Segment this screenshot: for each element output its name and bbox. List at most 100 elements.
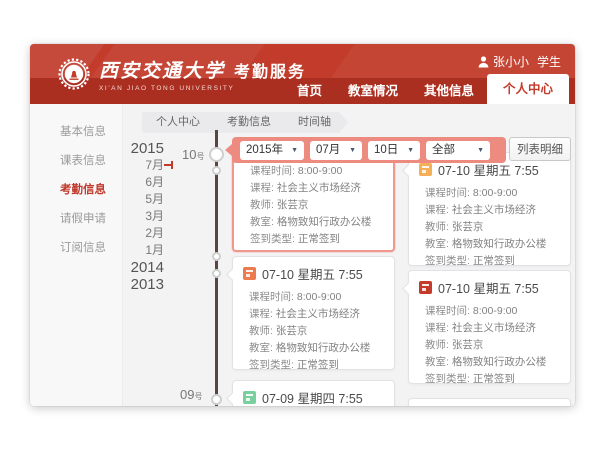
card-date: 07-10 星期五 7:55 — [262, 264, 363, 283]
field-value: 8:00-9:00 — [298, 165, 342, 177]
year-select-value: 2015年 — [246, 141, 283, 160]
field-label: 课程时间: — [249, 291, 294, 303]
field-label: 教师: — [425, 339, 449, 351]
breadcrumb-timeline[interactable]: 时间轴 — [278, 112, 348, 133]
day-marker-10: 10号 — [182, 147, 204, 162]
breadcrumb-attendance-info[interactable]: 考勤信息 — [207, 112, 288, 133]
field-label: 课程: — [250, 182, 274, 194]
type-select-value: 全部 — [432, 141, 455, 160]
timeline-node-current[interactable] — [209, 147, 224, 162]
user-name: 张小小 — [493, 53, 529, 70]
date-filter-bar: 2015年 ▼ 07月 ▼ 10日 ▼ 全部 ▼ — [232, 137, 506, 163]
timeline-scale: 2015 7月 6月 5月 3月 2月 1月 2014 2013 — [90, 140, 164, 293]
nav-classrooms[interactable]: 教室情况 — [335, 78, 411, 104]
day-select-value: 10日 — [374, 141, 398, 160]
day-number: 10 — [182, 147, 196, 162]
attendance-card[interactable]: 07-09 星期四 7:55 — [232, 380, 395, 406]
month-select-value: 07月 — [316, 141, 340, 160]
main-nav: 首页 教室情况 其他信息 个人中心 — [284, 74, 569, 104]
field-label: 课程时间: — [250, 165, 295, 177]
nav-home[interactable]: 首页 — [284, 78, 335, 104]
scale-month-label: 7月 — [145, 158, 164, 172]
day-select[interactable]: 10日 ▼ — [368, 141, 420, 160]
scale-month[interactable]: 1月 — [90, 242, 164, 259]
breadcrumb-personal-center[interactable]: 个人中心 — [142, 112, 217, 133]
field-label: 教师: — [249, 325, 273, 337]
chevron-down-icon: ▼ — [477, 141, 484, 160]
day-number: 09 — [180, 387, 194, 402]
timeline-node[interactable] — [212, 252, 221, 261]
scale-year[interactable]: 2015 — [90, 140, 164, 157]
university-logo-icon — [58, 58, 90, 90]
field-label: 签到类型: — [425, 255, 470, 267]
scale-month[interactable]: 5月 — [90, 191, 164, 208]
field-value: 格物致知行政办公楼 — [452, 238, 547, 250]
field-label: 教室: — [250, 216, 274, 228]
field-label: 课程: — [249, 308, 273, 320]
field-value: 格物致知行政办公楼 — [452, 356, 547, 368]
scale-month-current[interactable]: 7月 — [90, 157, 164, 174]
day-suffix: 号 — [194, 392, 202, 401]
field-value: 张芸京 — [452, 221, 484, 233]
field-value: 张芸京 — [277, 199, 309, 211]
calendar-yellow-icon — [419, 163, 432, 176]
list-detail-button[interactable]: 列表明细 — [509, 137, 571, 161]
nav-personal-center[interactable]: 个人中心 — [487, 74, 569, 104]
day-marker-09: 09号 — [180, 387, 202, 402]
card-date: 07-10 星期五 7:55 — [438, 278, 539, 297]
field-value: 正常签到 — [298, 233, 340, 245]
timeline-node[interactable] — [211, 394, 222, 405]
field-label: 教师: — [250, 199, 274, 211]
field-value: 格物致知行政办公楼 — [276, 342, 371, 354]
card-date: 07-09 星期四 7:55 — [262, 388, 363, 406]
field-label: 教室: — [249, 342, 273, 354]
attendance-card[interactable]: 07-10 星期五 7:55 课程时间:8:00-9:00 课程:社会主义市场经… — [408, 270, 571, 384]
field-value: 正常签到 — [297, 359, 339, 371]
scale-month[interactable]: 2月 — [90, 225, 164, 242]
person-icon — [478, 56, 489, 68]
scale-year[interactable]: 2014 — [90, 259, 164, 276]
calendar-orange-icon — [243, 267, 256, 280]
field-label: 教师: — [425, 221, 449, 233]
field-value: 正常签到 — [473, 373, 515, 385]
scale-year[interactable]: 2013 — [90, 276, 164, 293]
user-role: 学生 — [537, 53, 561, 70]
field-value: 8:00-9:00 — [297, 291, 341, 303]
timeline-node[interactable] — [212, 166, 221, 175]
content-area: 基本信息 课表信息 考勤信息 请假申请 订阅信息 个人中心 考勤信息 时间轴 2… — [30, 104, 575, 406]
app-header: 西安交通大学 考勤服务 XI'AN JIAO TONG UNIVERSITY 张… — [30, 44, 575, 104]
user-info[interactable]: 张小小 学生 — [478, 53, 561, 70]
field-value: 社会主义市场经济 — [452, 322, 536, 334]
current-month-marker — [164, 161, 173, 169]
field-label: 教室: — [425, 356, 449, 368]
month-select[interactable]: 07月 ▼ — [310, 141, 362, 160]
chevron-down-icon: ▼ — [407, 141, 414, 160]
type-select[interactable]: 全部 ▼ — [426, 141, 490, 160]
scale-month[interactable]: 6月 — [90, 174, 164, 191]
year-select[interactable]: 2015年 ▼ — [240, 141, 304, 160]
attendance-card[interactable] — [408, 398, 571, 406]
field-value: 社会主义市场经济 — [276, 308, 360, 320]
attendance-card[interactable]: 07-10 星期五 7:55 课程时间:8:00-9:00 课程:社会主义市场经… — [232, 256, 395, 370]
chevron-down-icon: ▼ — [349, 141, 356, 160]
breadcrumb: 个人中心 考勤信息 时间轴 — [142, 112, 348, 133]
field-label: 签到类型: — [425, 373, 470, 385]
field-value: 8:00-9:00 — [473, 305, 517, 317]
app-window: 西安交通大学 考勤服务 XI'AN JIAO TONG UNIVERSITY 张… — [30, 44, 575, 406]
scale-month[interactable]: 3月 — [90, 208, 164, 225]
field-value: 社会主义市场经济 — [277, 182, 361, 194]
university-name-en: XI'AN JIAO TONG UNIVERSITY — [99, 85, 306, 92]
field-label: 课程: — [425, 204, 449, 216]
field-label: 课程时间: — [425, 187, 470, 199]
attendance-card[interactable]: 07-10 星期五 7:55 课程时间:8:00-9:00 课程:社会主义市场经… — [408, 152, 571, 266]
chevron-down-icon: ▼ — [291, 141, 298, 160]
field-label: 教室: — [425, 238, 449, 250]
field-label: 签到类型: — [250, 233, 295, 245]
timeline-node[interactable] — [212, 269, 221, 278]
nav-other-info[interactable]: 其他信息 — [411, 78, 487, 104]
calendar-green-icon — [243, 391, 256, 404]
day-suffix: 号 — [196, 152, 204, 161]
stamp-red-icon — [419, 281, 432, 294]
field-label: 课程: — [425, 322, 449, 334]
field-label: 课程时间: — [425, 305, 470, 317]
